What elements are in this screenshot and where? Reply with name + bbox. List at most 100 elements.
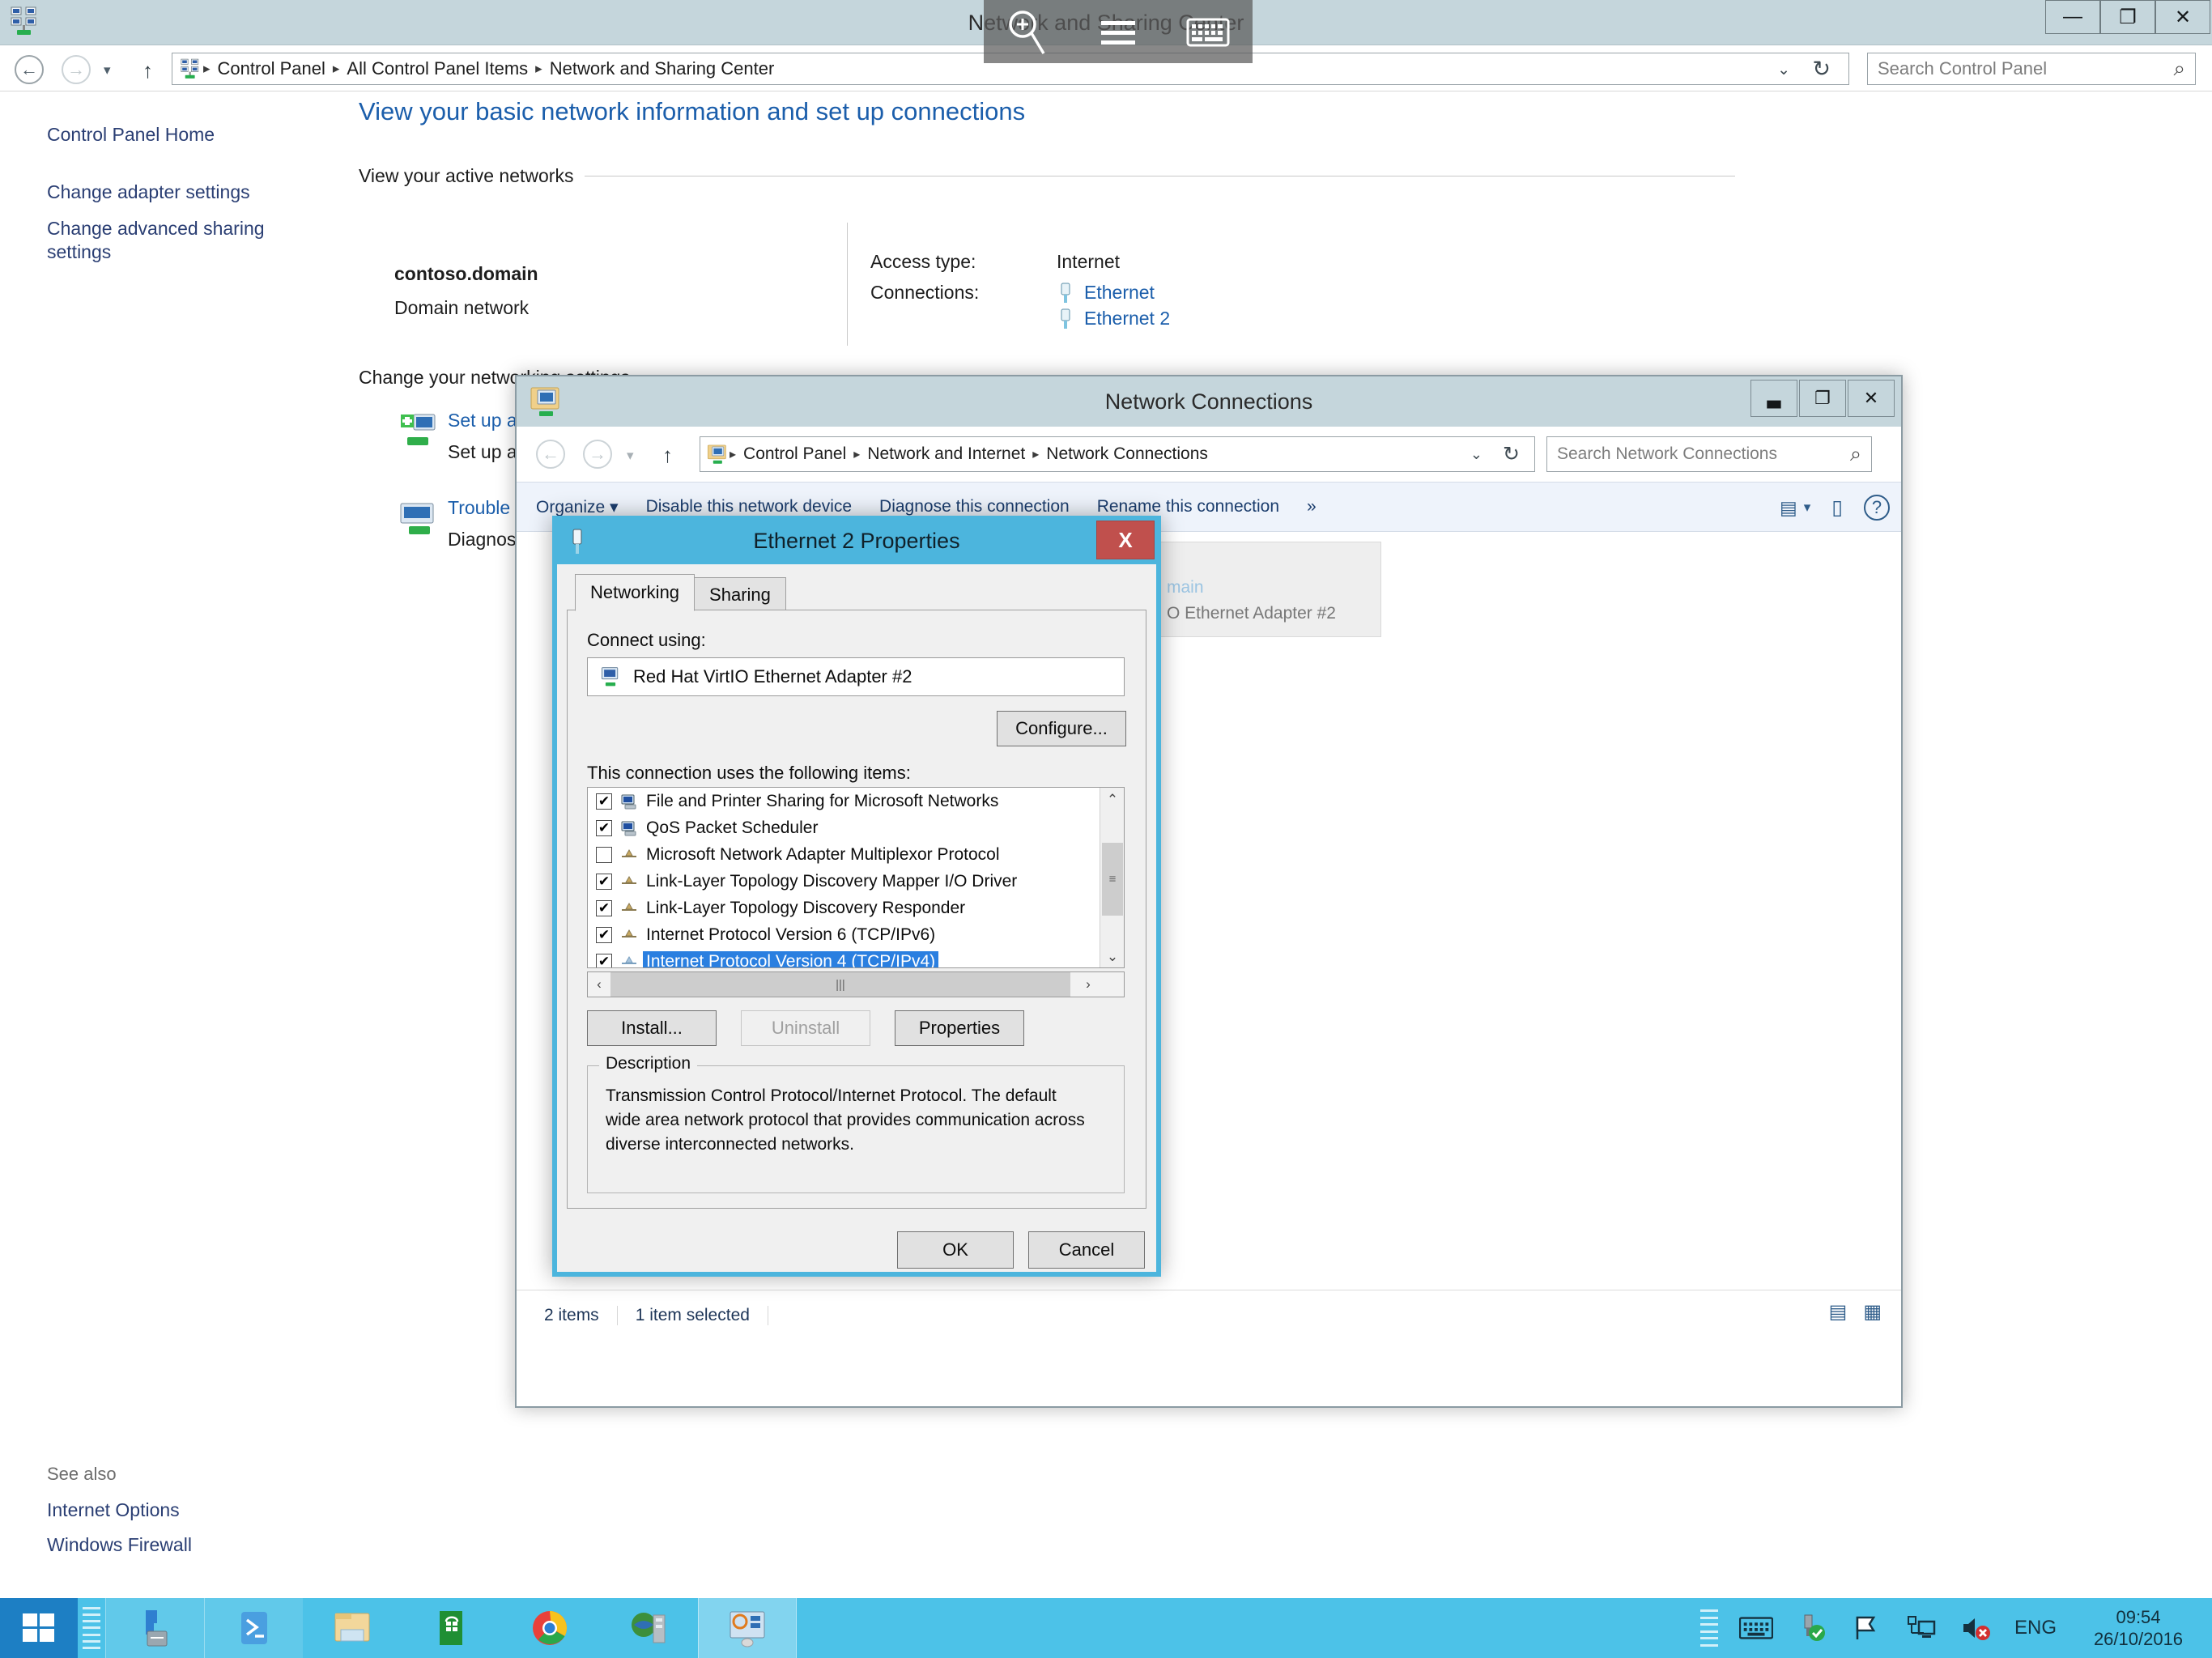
checkbox[interactable]: ✔ <box>596 793 612 810</box>
forward-button[interactable]: → <box>62 55 91 84</box>
see-also-link-windows-firewall[interactable]: Windows Firewall <box>47 1534 192 1556</box>
breadcrumb-item-control-panel[interactable]: Control Panel <box>738 444 852 464</box>
checkbox[interactable]: ✔ <box>596 926 612 943</box>
list-item[interactable]: ✔ Internet Protocol Version 4 (TCP/IPv4) <box>588 948 1124 967</box>
up-button[interactable]: ↑ <box>662 443 673 468</box>
chevron-down-icon[interactable]: ⌄ <box>1470 446 1482 463</box>
scroll-left-arrow[interactable]: ‹ <box>588 972 610 997</box>
back-button[interactable]: ← <box>536 440 565 469</box>
start-button[interactable] <box>0 1598 78 1658</box>
tab-sharing[interactable]: Sharing <box>694 577 786 611</box>
maximize-button[interactable]: ❐ <box>2100 0 2155 34</box>
list-item[interactable]: ✔ Internet Protocol Version 6 (TCP/IPv6) <box>588 921 1124 948</box>
taskbar-grip[interactable] <box>78 1598 105 1658</box>
scroll-right-arrow[interactable]: › <box>1077 972 1100 997</box>
minimize-button[interactable]: — <box>2045 0 2100 34</box>
install-button[interactable]: Install... <box>587 1010 717 1046</box>
connection-link-ethernet[interactable]: Ethernet <box>1084 282 1155 304</box>
rename-connection-button[interactable]: Rename this connection <box>1097 497 1279 517</box>
change-view-icon[interactable]: ▤ <box>1780 497 1797 519</box>
breadcrumb-item-network-connections[interactable]: Network Connections <box>1040 444 1214 464</box>
chevron-down-icon[interactable]: ▾ <box>1804 500 1811 516</box>
list-item[interactable]: main O Ethernet Adapter #2 <box>1155 542 1381 637</box>
back-button[interactable]: ← <box>15 55 44 84</box>
taskbar-app-control-panel[interactable] <box>698 1598 797 1658</box>
breadcrumb-item-all-control-panel-items[interactable]: All Control Panel Items <box>341 58 534 79</box>
close-button[interactable]: ✕ <box>1848 380 1895 417</box>
preview-pane-icon[interactable]: ▯ <box>1831 495 1843 520</box>
recent-locations-button[interactable]: ▾ <box>104 62 111 79</box>
ok-button[interactable]: OK <box>897 1231 1014 1269</box>
sidebar-item-change-adapter-settings[interactable]: Change adapter settings <box>47 178 322 206</box>
sidebar-item-change-advanced-sharing-settings[interactable]: Change advanced sharing settings <box>47 215 322 266</box>
tiles-view-icon[interactable]: ▦ <box>1863 1300 1882 1324</box>
protocol-list[interactable]: ✔ File and Printer Sharing for Microsoft… <box>587 787 1125 968</box>
diagnose-connection-button[interactable]: Diagnose this connection <box>879 497 1070 517</box>
list-item[interactable]: ✔ Link-Layer Topology Discovery Mapper I… <box>588 868 1124 895</box>
clock[interactable]: 09:54 26/10/2016 <box>2078 1606 2199 1651</box>
close-button[interactable]: ✕ <box>2155 0 2210 34</box>
organize-button[interactable]: Organize ▾ <box>536 497 619 517</box>
vertical-scrollbar[interactable]: ⌃ ≡ ⌄ <box>1100 788 1124 967</box>
volume-muted-icon[interactable] <box>1959 1611 1993 1645</box>
action-center-flag-icon[interactable] <box>1849 1611 1883 1645</box>
checkbox[interactable] <box>596 846 612 863</box>
minimize-button[interactable]: ▃ <box>1750 380 1797 417</box>
list-item[interactable]: ✔ QoS Packet Scheduler <box>588 814 1124 841</box>
breadcrumb-item-network-and-internet[interactable]: Network and Internet <box>861 444 1031 464</box>
breadcrumb-item-network-and-sharing-center[interactable]: Network and Sharing Center <box>544 58 781 79</box>
help-icon[interactable]: ? <box>1864 495 1890 521</box>
details-view-icon[interactable]: ▤ <box>1829 1300 1848 1324</box>
maximize-button[interactable]: ❐ <box>1799 380 1846 417</box>
cancel-button[interactable]: Cancel <box>1028 1231 1145 1269</box>
up-button[interactable]: ↑ <box>143 58 153 83</box>
breadcrumb-separator: ▸ <box>853 448 861 461</box>
checkbox[interactable]: ✔ <box>596 873 612 890</box>
tab-networking[interactable]: Networking <box>575 574 696 611</box>
scrollbar-thumb[interactable]: ||| <box>610 972 1070 997</box>
search-input[interactable]: Search Network Connections ⌕ <box>1546 436 1872 472</box>
taskbar-app-file-explorer[interactable] <box>303 1598 402 1658</box>
scroll-down-arrow[interactable]: ⌄ <box>1100 945 1124 967</box>
computer-icon <box>621 794 636 809</box>
breadcrumb[interactable]: ▸ Control Panel ▸ Network and Internet ▸… <box>700 436 1535 472</box>
see-also-link-internet-options[interactable]: Internet Options <box>47 1499 192 1521</box>
checkbox[interactable]: ✔ <box>596 953 612 967</box>
list-item[interactable]: Microsoft Network Adapter Multiplexor Pr… <box>588 841 1124 868</box>
on-screen-keyboard-icon[interactable] <box>1738 1611 1773 1645</box>
scrollbar-thumb[interactable]: ≡ <box>1102 843 1123 916</box>
refresh-icon[interactable]: ↻ <box>1503 442 1520 466</box>
refresh-icon[interactable]: ↻ <box>1812 57 1831 82</box>
close-icon[interactable]: X <box>1096 521 1155 559</box>
disable-device-button[interactable]: Disable this network device <box>646 497 852 517</box>
taskbar-app-internet-explorer[interactable] <box>599 1598 698 1658</box>
taskbar-app-powershell[interactable] <box>204 1598 303 1658</box>
network-status-icon[interactable] <box>1904 1611 1938 1645</box>
on-screen-keyboard-icon[interactable] <box>1178 6 1238 57</box>
toolbar-overflow-button[interactable]: » <box>1307 497 1317 517</box>
taskbar-app-chrome[interactable] <box>500 1598 599 1658</box>
language-indicator[interactable]: ENG <box>2014 1617 2057 1639</box>
safely-remove-hardware-icon[interactable] <box>1794 1611 1828 1645</box>
list-item[interactable]: ✔ Link-Layer Topology Discovery Responde… <box>588 895 1124 921</box>
menu-hamburger-icon[interactable] <box>1088 6 1148 57</box>
breadcrumb-item-control-panel[interactable]: Control Panel <box>212 58 331 79</box>
magnifier-zoom-in-icon[interactable] <box>998 6 1058 57</box>
checkbox[interactable]: ✔ <box>596 819 612 836</box>
sidebar-item-control-panel-home[interactable]: Control Panel Home <box>47 121 322 149</box>
accessibility-overlay-toolbar[interactable] <box>984 0 1253 63</box>
list-item[interactable]: ✔ File and Printer Sharing for Microsoft… <box>588 788 1124 814</box>
status-view-buttons: ▤ ▦ <box>1829 1300 1882 1324</box>
horizontal-scrollbar[interactable]: ‹ ||| › <box>587 971 1125 997</box>
forward-button[interactable]: → <box>583 440 612 469</box>
scroll-up-arrow[interactable]: ⌃ <box>1100 788 1124 812</box>
taskbar-app-server-manager[interactable] <box>105 1598 204 1658</box>
search-input[interactable]: Search Control Panel ⌕ <box>1867 53 2196 85</box>
connection-link-ethernet-2[interactable]: Ethernet 2 <box>1084 308 1170 329</box>
taskbar-app-store[interactable] <box>402 1598 500 1658</box>
properties-button[interactable]: Properties <box>895 1010 1024 1046</box>
recent-locations-button[interactable]: ▾ <box>627 448 634 464</box>
chevron-down-icon[interactable]: ⌄ <box>1777 61 1790 79</box>
checkbox[interactable]: ✔ <box>596 899 612 916</box>
configure-button[interactable]: Configure... <box>997 711 1126 746</box>
